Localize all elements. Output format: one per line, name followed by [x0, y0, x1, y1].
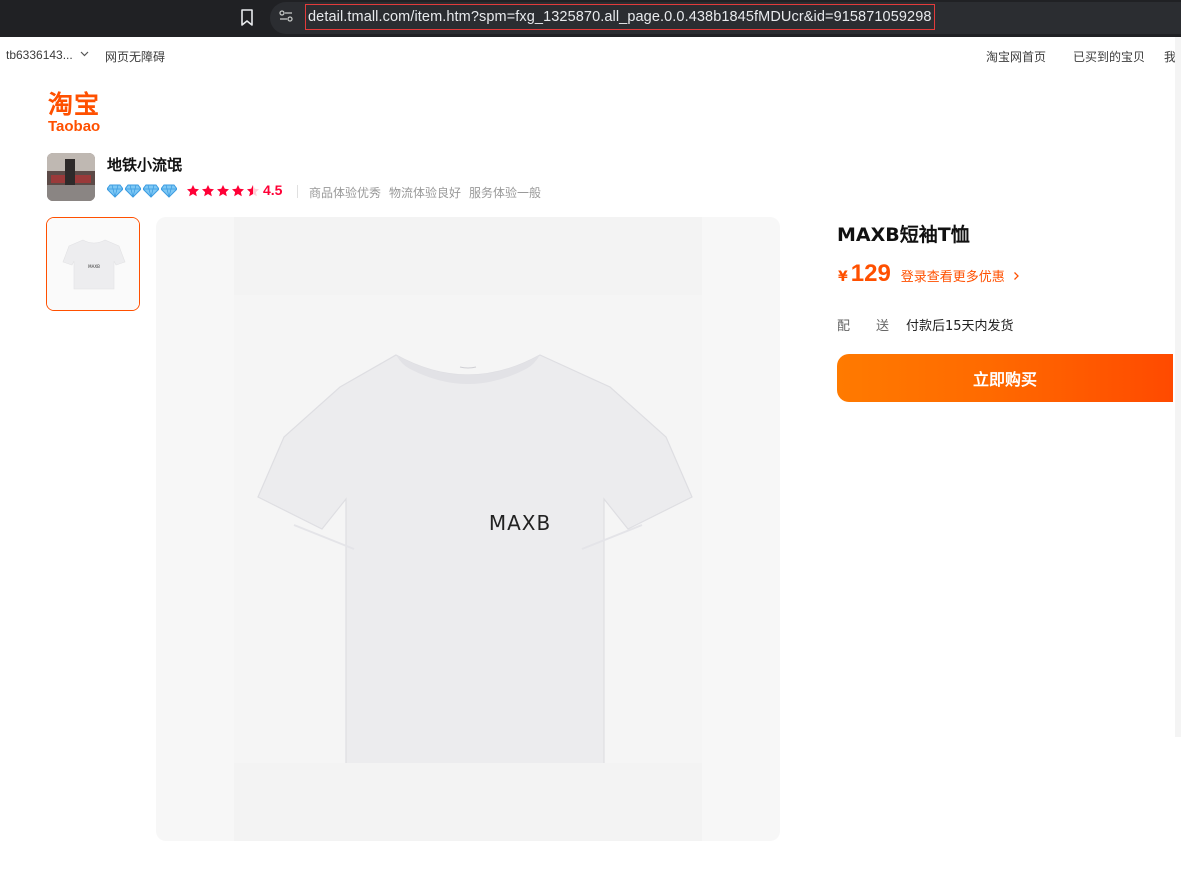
login-promo-label: 登录查看更多优惠 — [900, 270, 1005, 285]
shipping-value: 付款后15天内发货 — [906, 319, 1014, 334]
diamond-icon — [125, 184, 141, 198]
shop-metrics: 商品体验优秀 物流体验良好 服务体验一般 — [309, 184, 541, 201]
price-row: ¥ 129 登录查看更多优惠 — [838, 260, 1020, 288]
login-promo-link[interactable]: 登录查看更多优惠 — [901, 266, 1020, 285]
image-center: MAXB — [234, 295, 702, 763]
nav-taobao-home[interactable]: 淘宝网首页 — [986, 48, 1046, 65]
currency-symbol: ¥ — [838, 269, 848, 285]
image-band — [234, 763, 702, 841]
logo-cn-text: 淘宝 — [48, 90, 101, 119]
metric-logistics-experience: 物流体验良好 — [389, 186, 462, 200]
product-title: MAXB短袖T恤 — [837, 224, 970, 246]
product-thumbnail[interactable]: MAXB — [46, 217, 140, 311]
shipping-label: 配送 — [837, 319, 916, 334]
chevron-right-icon — [1013, 272, 1019, 280]
accessibility-link[interactable]: 网页无障碍 — [105, 48, 165, 65]
url-text: detail.tmall.com/item.htm?spm=fxg_132587… — [308, 9, 932, 25]
star-icon — [187, 185, 199, 197]
shop-level-diamonds — [107, 184, 177, 198]
url-highlight-box[interactable]: detail.tmall.com/item.htm?spm=fxg_132587… — [305, 4, 935, 30]
product-main-image[interactable]: MAXB — [156, 217, 780, 841]
buy-now-button[interactable]: 立即购买 — [837, 354, 1173, 402]
user-name[interactable]: tb6336143... — [6, 48, 73, 62]
product-price: 129 — [850, 260, 891, 287]
metric-product-experience: 商品体验优秀 — [309, 186, 382, 200]
half-star-icon — [246, 185, 259, 197]
taobao-logo[interactable]: 淘宝 Taobao — [48, 91, 100, 135]
thumb-print-text: MAXB — [88, 264, 100, 269]
rating-stars — [186, 184, 260, 198]
star-icon — [202, 185, 214, 197]
buy-now-label: 立即购买 — [972, 370, 1037, 389]
shop-avatar[interactable] — [47, 153, 95, 201]
metric-service-experience: 服务体验一般 — [469, 186, 542, 200]
divider — [297, 185, 298, 198]
image-band — [234, 217, 702, 295]
star-icon — [232, 185, 244, 197]
rating-score: 4.5 — [263, 182, 283, 198]
diamond-icon — [161, 184, 177, 198]
shop-name[interactable]: 地铁小流氓 — [107, 154, 182, 175]
site-top-bar: tb6336143... 网页无障碍 淘宝网首页 已买到的宝贝 我 — [0, 37, 1175, 73]
chevron-down-icon[interactable] — [80, 49, 89, 58]
nav-my-taobao[interactable]: 我 — [1164, 48, 1175, 65]
star-icon — [217, 185, 229, 197]
bookmark-icon[interactable] — [239, 8, 255, 28]
diamond-icon — [107, 184, 123, 198]
tshirt-print-text: MAXB — [488, 511, 552, 535]
site-info-icon[interactable] — [278, 8, 294, 24]
browser-toolbar: detail.tmall.com/item.htm?spm=fxg_132587… — [0, 0, 1181, 37]
scrollbar-track[interactable] — [1175, 37, 1181, 737]
nav-bought-items[interactable]: 已买到的宝贝 — [1073, 48, 1145, 65]
diamond-icon — [143, 184, 159, 198]
logo-en-text: Taobao — [48, 118, 101, 135]
